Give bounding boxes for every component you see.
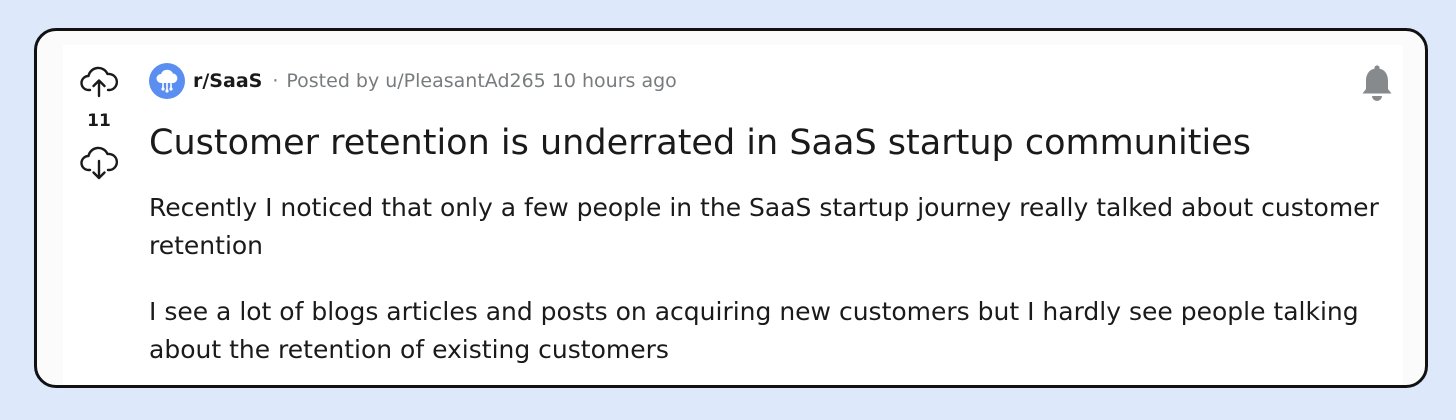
post-timestamp[interactable]: 10 hours ago [552, 70, 677, 92]
author-link[interactable]: u/PleasantAd265 [385, 70, 546, 92]
post-title[interactable]: Customer retention is underrated in SaaS… [149, 121, 1349, 165]
post-body: Recently I noticed that only a few peopl… [149, 189, 1389, 385]
post-meta: r/SaaS · Posted by u/PleasantAd265 10 ho… [149, 61, 677, 101]
post-paragraph: Recently I noticed that only a few peopl… [149, 193, 1379, 260]
post-frame: 11 r/SaaS · Posted by u/PleasantAd265 10… [34, 28, 1428, 388]
post-paragraph: I see a lot of blogs articles and posts … [149, 297, 1359, 364]
post-card[interactable]: 11 r/SaaS · Posted by u/PleasantAd265 10… [63, 45, 1403, 385]
upvote-button[interactable] [79, 61, 119, 101]
downvote-button[interactable] [79, 143, 119, 183]
vote-count: 11 [87, 111, 111, 131]
subreddit-link[interactable]: r/SaaS [193, 70, 262, 92]
bell-icon [1362, 65, 1392, 101]
meta-separator: · [272, 70, 279, 92]
notification-bell-button[interactable] [1357, 63, 1397, 103]
subreddit-avatar[interactable] [149, 63, 185, 99]
cloud-download-icon [80, 146, 119, 180]
posted-by-label: Posted by [286, 70, 380, 92]
cloud-upload-icon [80, 66, 119, 98]
cloud-network-icon [156, 69, 178, 93]
